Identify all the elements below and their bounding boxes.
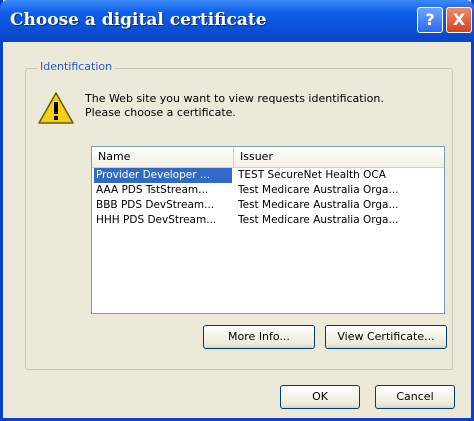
request-message: The Web site you want to view requests i… (85, 92, 384, 119)
ok-button[interactable]: OK (280, 385, 360, 409)
dialog-title: Choose a digital certificate (10, 10, 267, 30)
column-header-name[interactable]: Name (92, 147, 234, 167)
certificate-list[interactable]: Name Issuer Provider Developer ... TEST … (91, 146, 445, 314)
close-icon[interactable]: X (446, 7, 472, 33)
certificate-dialog: Choose a digital certificate ? X Identif… (0, 0, 474, 421)
cert-name: HHH PDS DevStream... (96, 214, 217, 226)
column-header-issuer[interactable]: Issuer (234, 147, 444, 167)
cert-name: Provider Developer ... (94, 168, 232, 183)
cert-name: AAA PDS TstStream... (96, 184, 209, 196)
table-row[interactable]: AAA PDS TstStream... Test Medicare Austr… (92, 183, 444, 198)
title-bar[interactable]: Choose a digital certificate ? X (0, 0, 474, 42)
warning-icon (38, 92, 74, 124)
group-label: Identification (37, 60, 116, 73)
view-certificate-button[interactable]: View Certificate... (325, 325, 447, 349)
table-row[interactable]: HHH PDS DevStream... Test Medicare Austr… (92, 213, 444, 228)
help-icon[interactable]: ? (417, 7, 443, 33)
more-info-button[interactable]: More Info... (203, 325, 315, 349)
cert-issuer: TEST SecureNet Health OCA (238, 169, 386, 181)
cancel-button[interactable]: Cancel (375, 385, 455, 409)
list-header: Name Issuer (92, 147, 444, 168)
cert-issuer: Test Medicare Australia Orga... (238, 214, 399, 226)
table-row[interactable]: Provider Developer ... TEST SecureNet He… (92, 168, 444, 183)
cert-issuer: Test Medicare Australia Orga... (238, 184, 399, 196)
table-row[interactable]: BBB PDS DevStream... Test Medicare Austr… (92, 198, 444, 213)
cert-name: BBB PDS DevStream... (96, 199, 215, 211)
cert-issuer: Test Medicare Australia Orga... (238, 199, 399, 211)
